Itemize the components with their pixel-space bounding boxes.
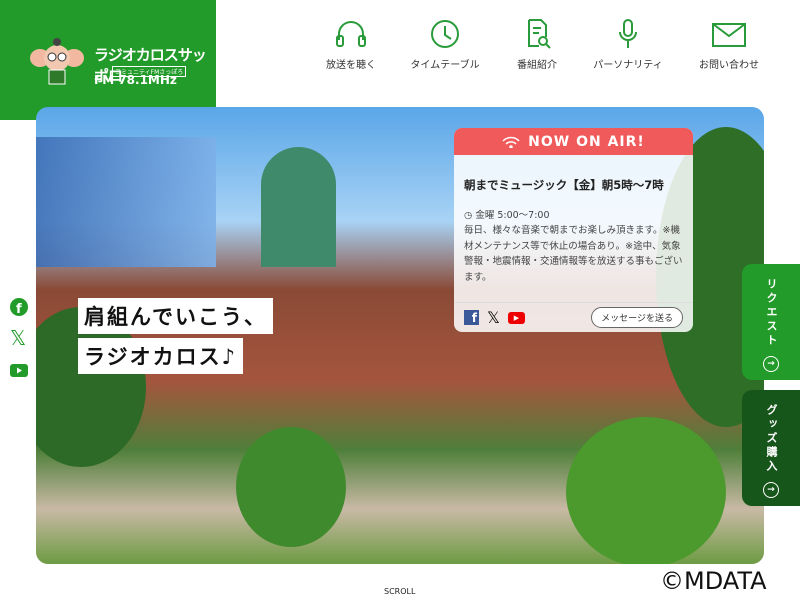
send-message-button[interactable]: メッセージを送る: [591, 307, 683, 328]
nav-programs[interactable]: 番組紹介: [492, 18, 582, 71]
mascot-icon: [30, 38, 84, 85]
nav-personality[interactable]: パーソナリティ: [583, 18, 673, 71]
x-icon[interactable]: 𝕏: [10, 326, 26, 350]
clock-icon: [431, 20, 459, 48]
onair-header: NOW ON AIR!: [528, 133, 645, 150]
program-time: 金曜 5:00～7:00: [475, 210, 550, 221]
site-logo[interactable]: ラジオカロスサッポロ コミュニティFMさっぽろ FM 78.1MHz: [0, 0, 216, 120]
program-title[interactable]: 朝までミュージック【金】朝5時～7時: [464, 177, 683, 193]
nav-label: パーソナリティ: [593, 60, 663, 71]
goods-label: グッズ購入: [765, 404, 778, 474]
nav-listen[interactable]: 放送を聴く: [306, 18, 396, 71]
nav-contact[interactable]: お問い合わせ: [684, 18, 774, 71]
scroll-indicator[interactable]: SCROLL: [384, 587, 415, 596]
station-frequency: FM 78.1MHz: [94, 73, 177, 87]
nav-label: 番組紹介: [517, 60, 557, 71]
arrow-right-icon: →: [763, 482, 779, 498]
program-description: 毎日、様々な音楽で朝までお楽しみ頂きます。※機材メンテナンス等で休止の場合あり。…: [464, 225, 683, 283]
nav-timetable[interactable]: タイムテーブル: [400, 18, 490, 71]
catchphrase-line1: 肩組んでいこう、: [78, 298, 273, 334]
document-search-icon: [528, 19, 551, 49]
nav-label: お問い合わせ: [699, 60, 759, 71]
request-button[interactable]: リクエスト →: [742, 264, 800, 380]
x-icon[interactable]: 𝕏: [487, 308, 500, 327]
facebook-icon[interactable]: f: [464, 310, 479, 325]
catchphrase-line2: ラジオカロス♪: [78, 338, 243, 374]
youtube-icon[interactable]: [10, 362, 28, 381]
arrow-right-icon: →: [763, 356, 779, 372]
svg-text:f: f: [16, 302, 22, 316]
request-label: リクエスト: [765, 278, 778, 348]
youtube-icon[interactable]: ▶: [507, 311, 525, 324]
broadcast-icon: [502, 136, 520, 148]
clock-icon: ◷: [464, 210, 473, 221]
goods-button[interactable]: グッズ購入 →: [742, 390, 800, 506]
facebook-icon[interactable]: f: [10, 298, 28, 320]
microphone-icon: [619, 19, 637, 48]
now-on-air-card: NOW ON AIR! 朝までミュージック【金】朝5時～7時 ◷ 金曜 5:00…: [454, 128, 693, 332]
copyright-watermark: ©MDATA: [660, 567, 767, 595]
nav-label: 放送を聴く: [326, 60, 376, 71]
mail-icon: [712, 23, 746, 47]
headphones-icon: [336, 21, 366, 47]
nav-label: タイムテーブル: [410, 60, 480, 71]
